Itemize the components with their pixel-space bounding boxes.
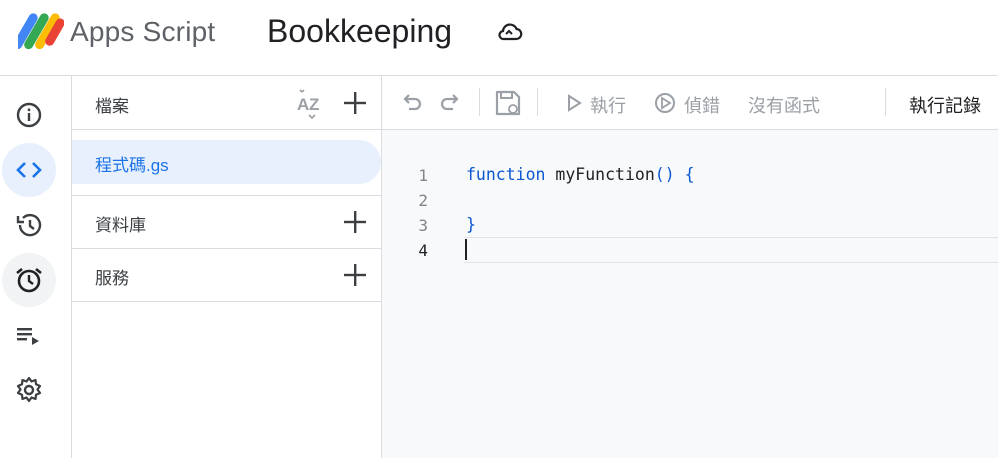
code-line-3[interactable]: }	[466, 215, 476, 234]
divider	[72, 248, 381, 249]
line-number: 3	[418, 216, 428, 235]
files-title: 檔案	[95, 97, 129, 116]
toolbar-separator	[479, 88, 480, 116]
svg-text:A: A	[297, 95, 309, 114]
file-item-code-gs[interactable]: 程式碼.gs	[72, 140, 381, 184]
playlist-play-icon	[17, 328, 39, 345]
execution-log-button[interactable]: 執行記錄	[909, 92, 981, 118]
debug-button[interactable]: 偵錯	[684, 92, 720, 118]
history-icon	[16, 213, 42, 237]
add-service-icon[interactable]	[342, 262, 368, 288]
save-icon[interactable]	[494, 89, 522, 117]
run-button[interactable]: 執行	[590, 92, 626, 118]
cloud-sync-icon[interactable]	[497, 21, 523, 43]
libraries-label: 資料庫	[95, 216, 146, 235]
files-panel: 檔案 A Z 程式碼.gs 資料庫 服務	[72, 76, 382, 458]
file-name: 程式碼.gs	[95, 156, 169, 175]
line-number-current: 4	[418, 241, 428, 260]
line-number: 1	[418, 166, 428, 185]
add-library-icon[interactable]	[342, 209, 368, 235]
current-line-highlight	[464, 237, 998, 263]
services-label: 服務	[95, 269, 129, 288]
executions-history-button[interactable]	[2, 198, 56, 252]
alarm-icon	[16, 267, 42, 293]
code-function-name: myFunction	[545, 165, 655, 184]
navigation-rail	[0, 76, 72, 458]
info-icon	[16, 102, 42, 128]
function-select[interactable]: 沒有函式	[748, 92, 820, 118]
editor-button[interactable]	[2, 143, 56, 197]
app-name: Apps Script	[70, 16, 216, 47]
triggers-button[interactable]	[2, 253, 56, 307]
code-punctuation: () {	[654, 165, 695, 184]
code-editor[interactable]: 1 2 3 4 function myFunction() { }	[382, 130, 998, 458]
run-play-icon	[568, 94, 582, 112]
project-title[interactable]: Bookkeeping	[267, 13, 452, 50]
code-icon	[16, 162, 42, 178]
overview-button[interactable]	[2, 88, 56, 142]
svg-text:Z: Z	[309, 95, 319, 114]
gear-icon	[16, 376, 42, 403]
undo-icon[interactable]	[400, 91, 424, 113]
sort-az-icon[interactable]: A Z	[296, 88, 326, 120]
add-file-icon[interactable]	[342, 90, 368, 116]
divider	[72, 301, 381, 302]
toolbar-separator	[885, 88, 886, 116]
top-app-bar: Apps Script Bookkeeping	[0, 0, 998, 76]
line-number: 2	[418, 191, 428, 210]
executions-list-button[interactable]	[2, 308, 56, 362]
editor-toolbar: 執行 偵錯 沒有函式 執行記錄	[382, 76, 998, 130]
divider	[72, 195, 381, 196]
apps-script-logo	[18, 13, 64, 49]
code-keyword: function	[466, 165, 546, 184]
redo-icon[interactable]	[438, 91, 462, 113]
text-cursor	[465, 239, 467, 260]
debug-icon	[655, 93, 675, 113]
code-line-1[interactable]: function myFunction() {	[466, 165, 695, 184]
files-header: 檔案 A Z	[72, 76, 381, 130]
settings-button[interactable]	[2, 363, 56, 417]
toolbar-separator	[537, 88, 538, 116]
